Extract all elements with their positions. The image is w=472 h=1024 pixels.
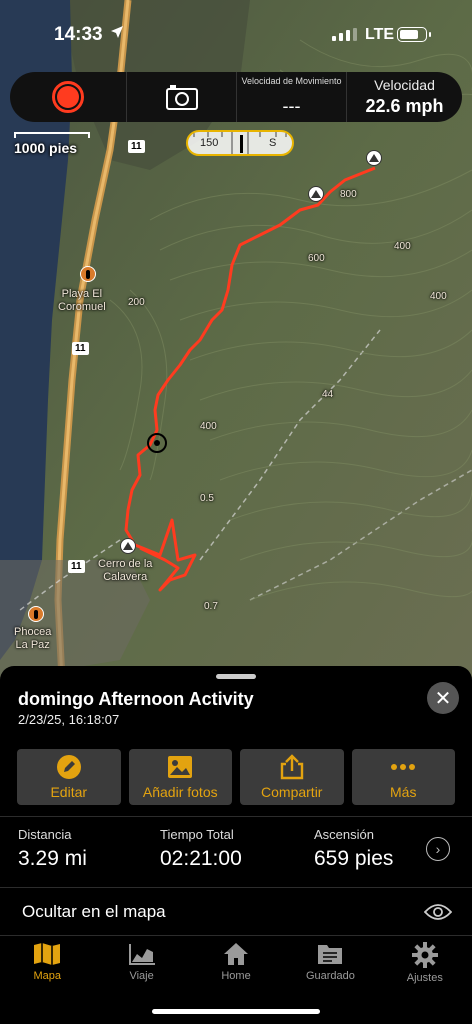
compass-needle: [240, 135, 243, 153]
home-icon: [224, 943, 249, 965]
record-icon: [52, 81, 84, 113]
map-scale: 1000 pies: [14, 132, 90, 156]
peak-poi-icon[interactable]: [366, 150, 382, 166]
compass-degrees: 150: [200, 137, 219, 149]
tab-bar: Mapa Viaje Home Guardado Ajustes: [0, 936, 472, 996]
stat-distance: Distancia 3.29 mi: [18, 827, 87, 871]
camera-button[interactable]: [127, 72, 237, 122]
contour-label: 200: [128, 297, 145, 308]
add-photos-label: Añadir fotos: [142, 784, 218, 800]
road-number-badge: 11: [68, 560, 85, 573]
beach-poi-icon[interactable]: [80, 266, 96, 282]
photo-icon: [168, 756, 193, 778]
speed-readout: Velocidad 22.6 mph: [347, 72, 462, 122]
stat-total-time: Tiempo Total 02:21:00: [160, 827, 242, 871]
speed-value: 22.6 mph: [365, 96, 444, 116]
contour-label: 44: [322, 389, 334, 400]
stat-label: Tiempo Total: [160, 827, 234, 842]
network-type: LTE: [365, 26, 395, 43]
contour-label: 800: [340, 189, 357, 200]
moving-speed-readout: Velocidad de Movimiento ---: [237, 72, 347, 122]
peak-poi-icon[interactable]: [120, 538, 136, 554]
place-poi-icon[interactable]: [28, 606, 44, 622]
more-button[interactable]: Más: [351, 749, 455, 805]
speed-label: Velocidad: [374, 77, 435, 93]
contour-label: 0.7: [204, 601, 218, 612]
activity-sheet: domingo Afternoon Activity 2/23/25, 16:1…: [0, 666, 472, 1024]
chart-icon: [128, 944, 155, 965]
tab-mapa[interactable]: Mapa: [0, 936, 94, 996]
moving-speed-label: Velocidad de Movimiento: [241, 75, 342, 86]
poi-label-cerro-de-la-calavera: Cerro de la Calavera: [98, 558, 153, 583]
record-button[interactable]: [10, 72, 127, 122]
share-label: Compartir: [261, 784, 323, 800]
add-photos-button[interactable]: Añadir fotos: [128, 749, 232, 805]
map-icon: [34, 943, 61, 965]
share-icon: [280, 754, 303, 780]
eye-icon[interactable]: [424, 902, 452, 922]
moving-speed-value: ---: [282, 95, 301, 116]
activity-title: domingo Afternoon Activity: [18, 689, 254, 709]
contour-label: 400: [430, 291, 447, 302]
action-buttons: Editar Añadir fotos Compartir Más: [17, 749, 455, 805]
status-bar: 14:33 LTE: [0, 0, 472, 68]
compass-heading[interactable]: 150 S: [186, 130, 294, 156]
stat-ascent: Ascensión 659 pies: [314, 827, 393, 871]
activity-stats[interactable]: Distancia 3.29 mi Tiempo Total 02:21:00 …: [0, 816, 472, 888]
tab-ajustes[interactable]: Ajustes: [378, 936, 472, 996]
tab-label: Ajustes: [406, 972, 443, 984]
home-indicator[interactable]: [152, 1009, 320, 1014]
contour-label: 0.5: [200, 493, 214, 504]
share-button[interactable]: Compartir: [240, 749, 344, 805]
location-arrow-icon: [111, 26, 123, 38]
tab-guardado[interactable]: Guardado: [283, 936, 377, 996]
stat-value: 659 pies: [314, 847, 394, 870]
recording-toolbar: Velocidad de Movimiento --- Velocidad 22…: [10, 72, 462, 122]
chevron-right-icon[interactable]: ›: [426, 837, 450, 861]
hide-on-map-row[interactable]: Ocultar en el mapa: [0, 888, 472, 936]
contour-label: 600: [308, 253, 325, 264]
activity-date: 2/23/25, 16:18:07: [18, 712, 120, 727]
scale-label: 1000 pies: [14, 140, 78, 156]
pencil-icon: [56, 755, 81, 779]
battery-icon: [397, 27, 431, 42]
close-icon: ✕: [434, 687, 452, 710]
cellular-signal-icon: [332, 28, 357, 41]
road-number-badge: 11: [128, 140, 145, 153]
tab-label: Viaje: [129, 970, 154, 982]
road-number-badge: 11: [72, 342, 89, 355]
stat-value: 02:21:00: [160, 847, 242, 870]
edit-label: Editar: [50, 784, 88, 800]
tab-label: Guardado: [305, 970, 355, 982]
scale-bar: [14, 132, 90, 138]
map-view[interactable]: 400 600 200 400 400 44 0.5 0.7 800 11 11…: [0, 0, 472, 680]
more-label: Más: [390, 784, 417, 800]
tab-home[interactable]: Home: [189, 936, 283, 996]
more-icon: [391, 764, 416, 770]
tab-viaje[interactable]: Viaje: [94, 936, 188, 996]
poi-label-phocea-la-paz: Phocea La Paz: [14, 626, 52, 651]
hide-on-map-label: Ocultar en el mapa: [22, 902, 166, 921]
close-button[interactable]: ✕: [427, 682, 459, 714]
gear-icon: [411, 942, 438, 968]
camera-icon: [165, 85, 198, 110]
clock: 14:33: [54, 24, 103, 45]
contour-label: 400: [394, 241, 411, 252]
stat-value: 3.29 mi: [18, 847, 87, 870]
saved-icon: [318, 945, 343, 964]
peak-poi-icon[interactable]: [308, 186, 324, 202]
sheet-grabber[interactable]: [216, 674, 256, 679]
stat-label: Ascensión: [314, 827, 374, 842]
edit-button[interactable]: Editar: [17, 749, 121, 805]
tab-label: Mapa: [33, 970, 61, 982]
compass-direction: S: [269, 137, 277, 149]
contour-label: 400: [200, 421, 217, 432]
tab-label: Home: [221, 970, 251, 982]
poi-label-playa-el-coromuel: Playa El Coromuel: [58, 288, 106, 313]
stat-label: Distancia: [18, 827, 72, 842]
